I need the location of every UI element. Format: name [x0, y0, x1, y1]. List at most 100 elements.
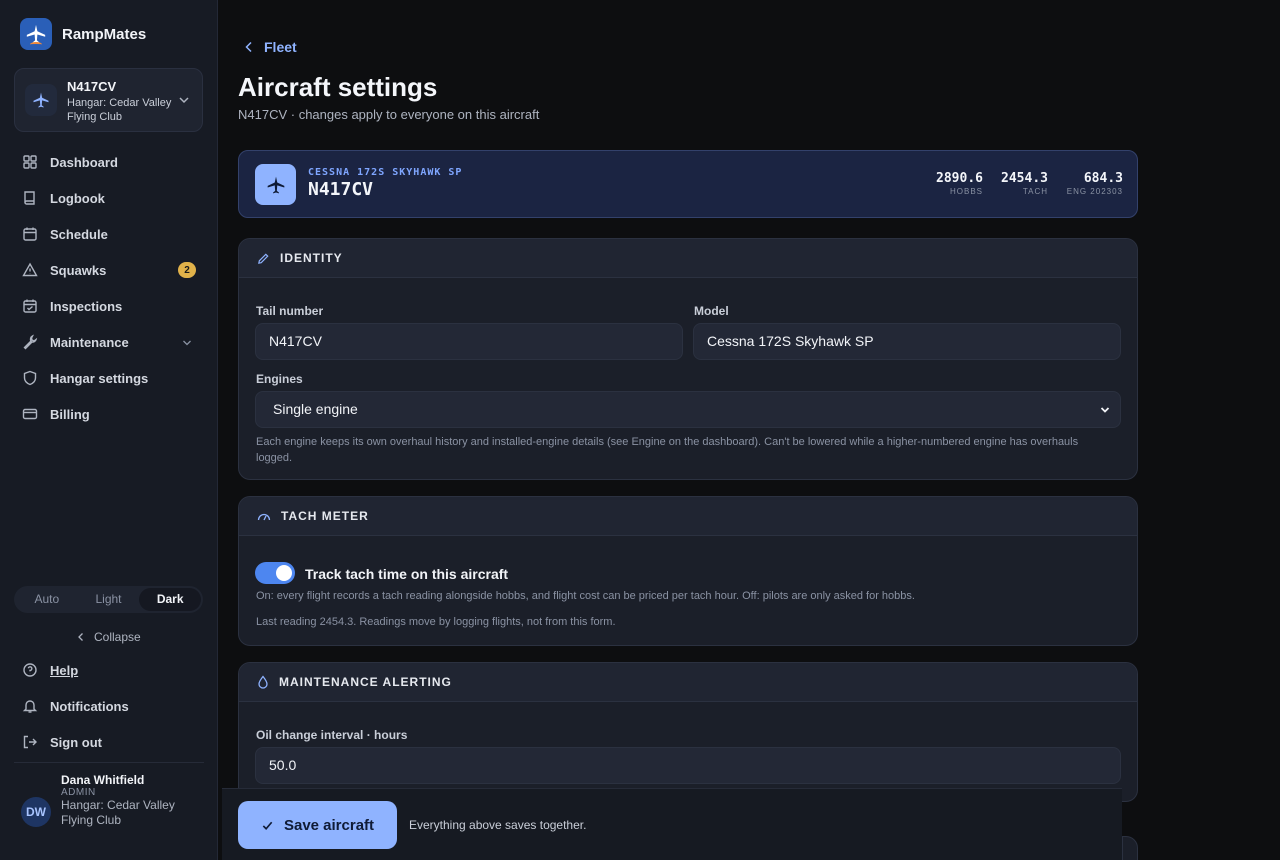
nav-item-maintenance[interactable]: Maintenance [14, 324, 204, 360]
sign-out-label: Sign out [50, 734, 102, 750]
squawks-count-badge: 2 [178, 262, 196, 278]
avatar: DW [21, 797, 51, 827]
main-nav: Dashboard Logbook Schedule Squawks 2 Ins… [14, 144, 204, 432]
model-input[interactable]: Cessna 172S Skyhawk SP [693, 323, 1121, 360]
theme-option-dark[interactable]: Dark [139, 588, 202, 611]
chevron-down-icon [1100, 407, 1110, 413]
plane-icon [25, 84, 57, 116]
card-title: TACH METER [281, 509, 369, 523]
save-bar: Save aircraft Everything above saves tog… [222, 788, 1122, 860]
app-name: RampMates [62, 25, 147, 43]
aircraft-model: CESSNA 172S SKYHAWK SP [308, 167, 463, 178]
nav-item-hangar-settings[interactable]: Hangar settings [14, 360, 204, 396]
notifications-link[interactable]: Notifications [14, 688, 204, 724]
card-title: IDENTITY [280, 251, 343, 265]
tach-meter-card: TACH METER Track tach time on this aircr… [238, 496, 1138, 646]
calendar-icon [23, 227, 37, 241]
chevron-down-icon [179, 97, 189, 104]
tach-last-reading: Last reading 2454.3. Readings move by lo… [256, 616, 616, 628]
identity-card: IDENTITY Tail number N417CV Model Cessna… [238, 238, 1138, 480]
chevron-left-icon [245, 41, 252, 53]
help-link[interactable]: Help [14, 652, 204, 688]
hobbs-stat: 2890.6 HOBBS [936, 171, 983, 196]
check-icon [262, 821, 273, 830]
gauge-icon [257, 513, 271, 521]
user-name: Dana Whitfield [61, 773, 145, 787]
warning-icon [22, 262, 38, 277]
aircraft-tail: N417CV [308, 179, 374, 200]
nav-item-logbook[interactable]: Logbook [14, 180, 204, 216]
nav-label: Inspections [50, 298, 123, 314]
chevron-down-icon [183, 340, 191, 346]
tail-number-label: Tail number [256, 304, 324, 318]
user-role: ADMIN [61, 787, 96, 798]
help-label: Help [50, 662, 79, 678]
collapse-button[interactable]: Collapse [76, 630, 141, 644]
engines-help-text: Each engine keeps its own overhaul histo… [256, 436, 1079, 464]
dashboard-icon [23, 155, 37, 169]
tach-help-text: On: every flight records a tach reading … [256, 590, 915, 602]
chevron-left-icon [78, 633, 83, 641]
nav-label: Maintenance [50, 334, 129, 350]
back-label: Fleet [264, 39, 297, 55]
calendar-check-icon [23, 299, 37, 313]
aircraft-switcher[interactable]: N417CV Hangar: Cedar Valley Flying Club [14, 68, 203, 132]
nav-label: Squawks [50, 262, 107, 278]
nav-item-schedule[interactable]: Schedule [14, 216, 204, 252]
maintenance-alerting-card: MAINTENANCE ALERTING Oil change interval… [238, 662, 1138, 802]
stat-value: 2890.6 [936, 171, 983, 186]
help-icon [23, 663, 37, 677]
card-title: MAINTENANCE ALERTING [279, 675, 452, 689]
stat-label: TACH [1022, 187, 1048, 196]
oil-interval-label: Oil change interval · hours [256, 728, 408, 742]
card-icon [22, 408, 38, 420]
page-title: Aircraft settings [238, 72, 438, 102]
theme-option-auto[interactable]: Auto [16, 588, 78, 611]
next-card-edge [1122, 836, 1138, 860]
pencil-icon [258, 252, 269, 264]
user-hangar: Hangar: Cedar Valley Flying Club [61, 798, 175, 827]
nav-item-inspections[interactable]: Inspections [14, 288, 204, 324]
plane-icon [255, 164, 296, 205]
shield-icon [23, 370, 37, 386]
back-to-fleet-link[interactable]: Fleet [244, 39, 297, 55]
oil-drop-icon [258, 675, 268, 689]
stat-label: HOBBS [949, 187, 983, 196]
engines-label: Engines [256, 372, 303, 386]
page-subtitle: N417CV · changes apply to everyone on th… [238, 107, 540, 122]
bell-icon [22, 700, 38, 713]
aircraft-switcher-hangar: Hangar: Cedar Valley Flying Club [67, 97, 172, 123]
stat-value: 2454.3 [1001, 171, 1048, 186]
theme-option-light[interactable]: Light [78, 588, 140, 611]
user-profile[interactable]: DW Dana Whitfield ADMIN Hangar: Cedar Va… [14, 762, 204, 828]
nav-label: Billing [50, 406, 90, 422]
save-aircraft-button[interactable]: Save aircraft [238, 801, 397, 849]
notifications-label: Notifications [50, 698, 129, 714]
sidebar: RampMates N417CV Hangar: Cedar Valley Fl… [0, 0, 218, 860]
nav-item-squawks[interactable]: Squawks 2 [14, 252, 204, 288]
collapse-label: Collapse [94, 630, 141, 644]
secondary-nav: Help Notifications Sign out [14, 652, 204, 760]
engines-select[interactable]: Single engine [255, 391, 1121, 428]
aircraft-summary: CESSNA 172S SKYHAWK SP N417CV 2890.6 HOB… [238, 150, 1138, 218]
card-header: MAINTENANCE ALERTING [239, 663, 1137, 702]
track-tach-toggle[interactable] [255, 562, 295, 584]
nav-item-dashboard[interactable]: Dashboard [14, 144, 204, 180]
tail-number-input[interactable]: N417CV [255, 323, 683, 360]
oil-interval-input[interactable]: 50.0 [255, 747, 1121, 784]
engine-stat: 684.3 ENG 202303 [1067, 171, 1123, 196]
card-header: TACH METER [239, 497, 1137, 536]
nav-label: Schedule [50, 226, 108, 242]
book-icon [24, 191, 35, 205]
model-label: Model [694, 304, 729, 318]
save-button-label: Save aircraft [283, 816, 375, 834]
brand[interactable]: RampMates [20, 18, 146, 50]
sign-out-icon [23, 735, 37, 749]
card-header: IDENTITY [239, 239, 1137, 278]
sign-out-link[interactable]: Sign out [14, 724, 204, 760]
nav-item-billing[interactable]: Billing [14, 396, 204, 432]
nav-label: Hangar settings [50, 370, 149, 386]
nav-label: Logbook [50, 190, 105, 206]
engines-selected-value: Single engine [273, 401, 358, 417]
track-tach-label: Track tach time on this aircraft [305, 566, 509, 582]
